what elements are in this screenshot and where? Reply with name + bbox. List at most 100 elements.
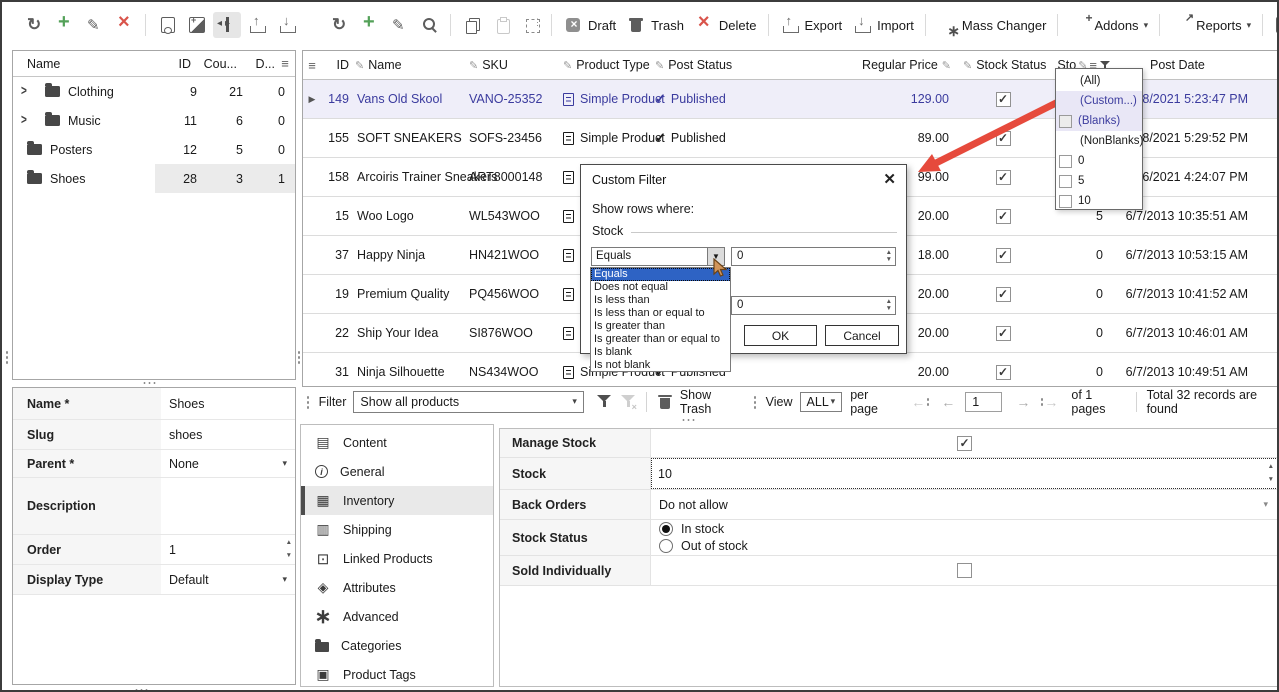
spinner-arrows-icon[interactable]: ▲▼ <box>886 298 892 313</box>
filterbar-grip[interactable] <box>753 395 757 409</box>
next-page-button[interactable]: → <box>1016 394 1030 410</box>
order-stepper[interactable]: 1▲▼ <box>161 535 295 564</box>
copy-button[interactable] <box>458 12 486 38</box>
paste-special-button[interactable] <box>518 12 546 38</box>
operator-combobox[interactable]: Equals ▼ <box>591 247 725 266</box>
tree-row[interactable]: Posters 12 5 0 <box>13 135 295 164</box>
close-icon[interactable]: ✕ <box>883 170 896 188</box>
filter-checkbox[interactable] <box>1059 115 1072 128</box>
operator-option[interactable]: Is greater than <box>591 320 730 333</box>
delete-category-button[interactable] <box>110 12 138 38</box>
expand-arrow-icon[interactable]: > <box>21 84 31 99</box>
export-button[interactable]: Export <box>776 12 847 38</box>
combobox-dropdown-button[interactable]: ▼ <box>707 248 724 265</box>
spinner-arrows-icon[interactable]: ▲▼ <box>1268 460 1274 487</box>
tab-item[interactable]: Attributes <box>301 573 493 602</box>
bottom-splitter-grip[interactable] <box>134 688 150 692</box>
prev-page-button[interactable]: ← <box>941 394 955 410</box>
col-name[interactable]: Name <box>353 51 463 79</box>
swap-columns-button[interactable] <box>213 12 241 38</box>
operator-option[interactable]: Does not equal <box>591 281 730 294</box>
name-field[interactable]: Shoes <box>161 388 295 419</box>
spinner-arrows-icon[interactable]: ▲▼ <box>286 536 292 563</box>
tree-row[interactable]: Shoes 28 3 1 <box>13 164 295 193</box>
edit-category-button[interactable] <box>80 12 108 38</box>
paste-button[interactable] <box>488 12 516 38</box>
refresh-grid-button[interactable] <box>325 12 353 38</box>
clear-filter-icon[interactable]: × <box>620 393 636 410</box>
import-tree-button[interactable] <box>273 12 301 38</box>
filter-menu-item[interactable]: 0 <box>1056 151 1142 171</box>
per-page-combobox[interactable]: ALL ▾ <box>800 392 843 412</box>
in-stock-radio[interactable] <box>659 522 673 536</box>
filter-menu-item[interactable]: (All) <box>1056 71 1142 91</box>
filter-menu-item[interactable]: 10 <box>1056 191 1142 211</box>
display-type-dropdown[interactable]: Default▾ <box>161 565 295 594</box>
cancel-button[interactable]: Cancel <box>825 325 899 346</box>
tab-item[interactable]: Linked Products <box>301 544 493 573</box>
reports-button[interactable]: Reports▾ <box>1167 12 1255 38</box>
tab-item[interactable]: Content <box>301 428 493 457</box>
filterbar-grip[interactable] <box>306 395 310 409</box>
search-button[interactable] <box>415 12 443 38</box>
stock-status-checkbox[interactable] <box>996 209 1011 224</box>
filter-value-2-input[interactable]: 0▲▼ <box>731 296 896 315</box>
edit-product-button[interactable] <box>385 12 413 38</box>
parent-dropdown[interactable]: None▾ <box>161 450 295 477</box>
tab-item[interactable]: Inventory <box>301 486 493 515</box>
tab-item[interactable]: General <box>301 457 493 486</box>
spinner-arrows-icon[interactable]: ▲▼ <box>886 249 892 264</box>
tree-col-count[interactable]: Cou... <box>191 57 237 71</box>
tree-col-name[interactable]: Name <box>13 57 149 71</box>
filter-menu-item[interactable]: (NonBlanks) <box>1056 131 1142 151</box>
tab-item[interactable]: Advanced <box>301 602 493 631</box>
page-number-input[interactable]: 1 <box>965 392 1002 412</box>
stock-input[interactable]: 10▲▼ <box>651 458 1278 489</box>
tab-item[interactable]: Shipping <box>301 515 493 544</box>
show-trash-button[interactable]: Show Trash <box>680 388 740 416</box>
view-button[interactable]: View▾ <box>1270 12 1279 38</box>
operator-option[interactable]: Equals <box>591 268 730 281</box>
out-of-stock-radio[interactable] <box>659 539 673 553</box>
horizontal-splitter-grip[interactable] <box>142 381 158 385</box>
apply-filter-icon[interactable] <box>596 393 612 410</box>
stock-status-checkbox[interactable] <box>996 326 1011 341</box>
description-field[interactable] <box>161 478 295 534</box>
stock-status-checkbox[interactable] <box>996 131 1011 146</box>
add-product-button[interactable] <box>355 12 383 38</box>
col-id[interactable]: ID <box>321 51 353 79</box>
stock-status-checkbox[interactable] <box>996 287 1011 302</box>
filter-menu-item[interactable]: (Custom...) <box>1056 91 1142 111</box>
col-post-status[interactable]: Post Status <box>653 51 745 79</box>
operator-option[interactable]: Is less than or equal to <box>591 307 730 320</box>
operator-option[interactable]: Is greater than or equal to <box>591 333 730 346</box>
row-selector-icon[interactable] <box>303 51 321 79</box>
operator-option[interactable]: Is less than <box>591 294 730 307</box>
stock-status-checkbox[interactable] <box>996 92 1011 107</box>
col-regular-price[interactable]: Regular Price <box>745 51 955 79</box>
sort-icon[interactable] <box>275 56 295 71</box>
back-orders-dropdown[interactable]: Do not allow▾ <box>651 498 1278 512</box>
operator-option[interactable]: Is not blank <box>591 359 730 372</box>
tab-item[interactable]: Categories <box>301 631 493 660</box>
filter-combobox[interactable]: Show all products ▾ <box>353 391 584 413</box>
tree-row[interactable]: >Music 11 6 0 <box>13 106 295 135</box>
col-product-type[interactable]: Product Type <box>559 51 653 79</box>
operator-option[interactable]: Is blank <box>591 346 730 359</box>
col-sku[interactable]: SKU <box>463 51 559 79</box>
addons-button[interactable]: Addons▾ <box>1065 12 1152 38</box>
filter-value-1-input[interactable]: 0▲▼ <box>731 247 896 266</box>
manage-stock-checkbox[interactable] <box>957 436 972 451</box>
image-adjust-button[interactable] <box>183 12 211 38</box>
filter-checkbox[interactable] <box>1059 195 1072 208</box>
mass-changer-button[interactable]: Mass Changer <box>933 12 1051 38</box>
first-page-button[interactable]: ← <box>911 394 929 410</box>
draft-button[interactable]: Draft <box>559 12 620 38</box>
filter-checkbox[interactable] <box>1059 175 1072 188</box>
sold-individually-checkbox[interactable] <box>957 563 972 578</box>
stock-status-checkbox[interactable] <box>996 365 1011 380</box>
export-tree-button[interactable] <box>243 12 271 38</box>
tree-splitter-grip[interactable] <box>297 350 301 364</box>
add-category-button[interactable] <box>50 12 78 38</box>
trash-icon[interactable] <box>655 392 675 412</box>
